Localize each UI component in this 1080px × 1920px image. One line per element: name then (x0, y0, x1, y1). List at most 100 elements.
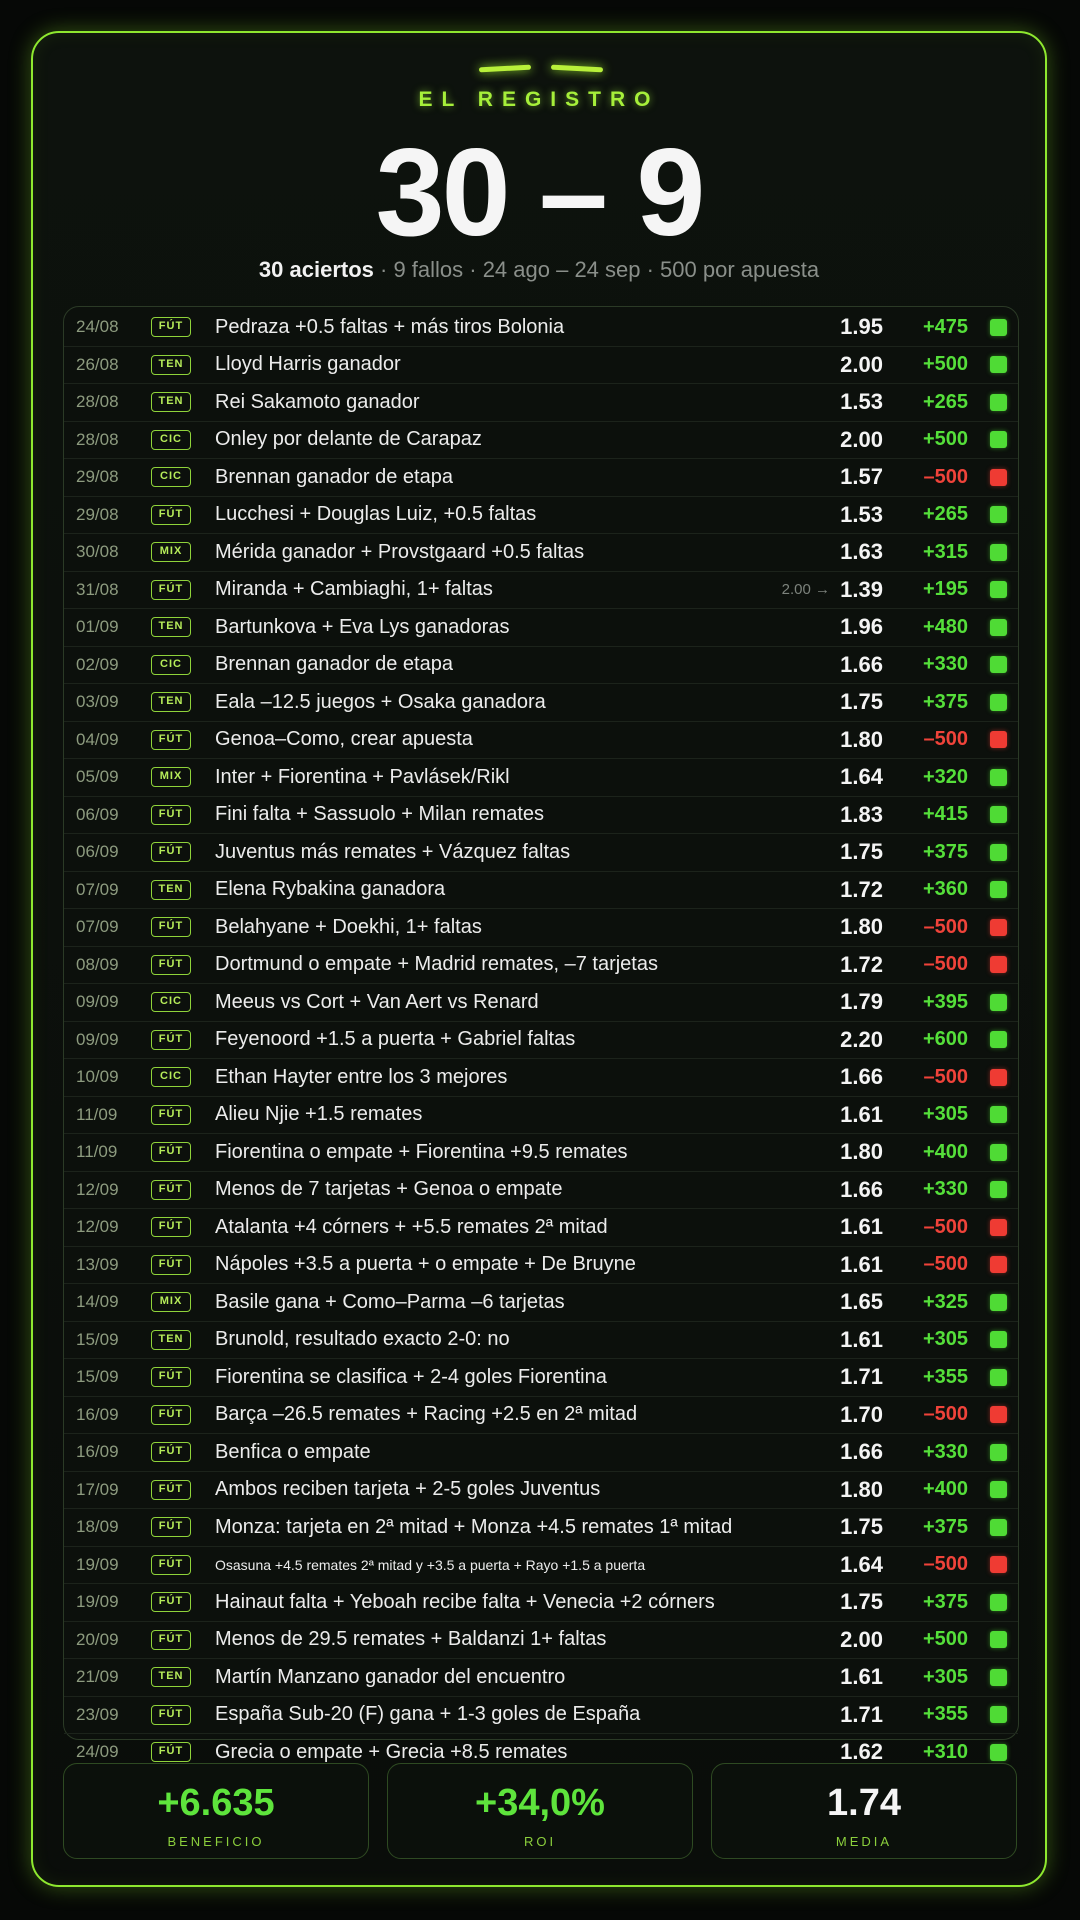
bet-profit: +305 (922, 1665, 968, 1688)
win-indicator-icon (990, 318, 1007, 336)
bet-odds: 1.80 (840, 1476, 883, 1502)
bet-row: 12/09 FÚT Menos de 7 tarjetas + Genoa o em… (64, 1172, 1018, 1209)
bet-description: Brennan ganador de etapa (215, 465, 453, 488)
sport-tag: TEN (151, 1329, 191, 1350)
sport-tag: FÚT (151, 1517, 191, 1538)
bet-profit: +360 (922, 878, 968, 901)
win-indicator-icon (990, 1293, 1007, 1311)
bet-row: 11/09 FÚT Alieu Njie +1.5 remates 1.61 +305 (64, 1097, 1018, 1134)
stat-profit: +6.635 BENEFICIO (63, 1763, 369, 1859)
bet-description: Pedraza +0.5 faltas + más tiros Bolonia (215, 315, 565, 338)
summary-details: · 9 fallos · 24 ago – 24 sep · 500 por a… (373, 257, 820, 282)
bet-row: 09/09 FÚT Feyenoord +1.5 a puerta + Gabrie… (64, 1022, 1018, 1059)
bet-description: Inter + Fiorentina + Pavlásek/Rikl (215, 765, 510, 788)
sport-tag: FÚT (151, 1104, 191, 1125)
win-indicator-icon (990, 393, 1007, 411)
bet-date: 03/09 (76, 692, 119, 712)
loss-indicator-icon (990, 1556, 1007, 1574)
bet-odds: 1.75 (840, 1589, 883, 1615)
bet-description: Elena Rybakina ganadora (215, 878, 446, 901)
bet-profit: +305 (922, 1328, 968, 1351)
sport-tag: FÚT (151, 954, 191, 975)
bet-date: 21/09 (76, 1667, 119, 1687)
sport-tag: FÚT (151, 917, 191, 938)
bet-profit: +500 (922, 353, 968, 376)
sport-tag: FÚT (151, 317, 191, 338)
win-indicator-icon (990, 506, 1007, 524)
bet-date: 17/09 (76, 1479, 119, 1499)
bet-row: 15/09 FÚT Fiorentina se clasifica + 2-4 go… (64, 1359, 1018, 1397)
win-indicator-icon (990, 1706, 1007, 1724)
win-indicator-icon (990, 1143, 1007, 1161)
loss-indicator-icon (990, 468, 1007, 486)
bet-profit: +395 (922, 990, 968, 1013)
bet-row: 31/08 FÚT Miranda + Cambiaghi, 1+ faltas 2.… (64, 572, 1018, 609)
bet-row: 24/08 FÚT Pedraza +0.5 faltas + más tiros … (64, 309, 1018, 347)
sport-tag: TEN (151, 354, 191, 375)
bet-profit: +400 (922, 1478, 968, 1501)
bet-row: 26/08 TEN Lloyd Harris ganador 2.00 +500 (64, 347, 1018, 384)
bet-profit: +330 (922, 1178, 968, 1201)
bet-row: 14/09 MIX Basile gana + Como–Parma –6 tarj… (64, 1284, 1018, 1322)
loss-indicator-icon (990, 1256, 1007, 1274)
stat-profit-value: +6.635 (157, 1782, 275, 1824)
bet-row: 07/09 FÚT Belahyane + Doekhi, 1+ faltas 1.8… (64, 909, 1018, 947)
bet-profit: +375 (922, 840, 968, 863)
bet-date: 01/09 (76, 617, 119, 637)
win-indicator-icon (990, 1631, 1007, 1649)
bet-date: 28/08 (76, 429, 119, 449)
bet-row: 20/09 FÚT Menos de 29.5 remates + Baldanzi… (64, 1622, 1018, 1659)
sport-tag: FÚT (151, 1404, 191, 1425)
bet-profit: +265 (922, 390, 968, 413)
bet-date: 10/09 (76, 1067, 119, 1087)
sport-tag: FÚT (151, 1254, 191, 1275)
summary-line: 30 aciertos · 9 fallos · 24 ago – 24 sep… (33, 257, 1045, 283)
bet-profit: +400 (922, 1140, 968, 1163)
win-indicator-icon (990, 1106, 1007, 1124)
bet-odds: 1.96 (840, 614, 883, 640)
bet-row: 05/09 MIX Inter + Fiorentina + Pavlásek/Ri… (64, 759, 1018, 797)
loss-indicator-icon (990, 918, 1007, 936)
bet-row: 01/09 TEN Bartunkova + Eva Lys ganadoras 1.… (64, 609, 1018, 647)
sport-tag: FÚT (151, 1592, 191, 1613)
bet-odds: 1.70 (840, 1401, 883, 1427)
sport-tag: MIX (151, 767, 191, 788)
bet-row: 17/09 FÚT Ambos reciben tarjeta + 2-5 gole… (64, 1472, 1018, 1509)
bet-profit: +355 (922, 1365, 968, 1388)
bet-profit: +265 (922, 503, 968, 526)
bet-odds: 1.63 (840, 539, 883, 565)
bet-date: 14/09 (76, 1292, 119, 1312)
bet-row: 09/09 CIC Meeus vs Cort + Van Aert vs Rena… (64, 984, 1018, 1022)
bet-odds: 1.80 (840, 914, 883, 940)
bet-profit: +600 (922, 1028, 968, 1051)
bet-profit: –500 (923, 465, 969, 488)
bet-profit: +330 (922, 1440, 968, 1463)
win-indicator-icon (990, 543, 1007, 561)
bet-odds: 1.80 (840, 1139, 883, 1165)
bet-odds: 1.66 (840, 1064, 883, 1090)
bet-date: 16/09 (76, 1404, 119, 1424)
loss-indicator-icon (990, 1068, 1007, 1086)
bet-description: Osasuna +4.5 remates 2ª mitad y +3.5 a p… (215, 1556, 646, 1573)
bet-odds: 1.53 (840, 389, 883, 415)
bet-odds: 1.75 (840, 839, 883, 865)
bet-row: 29/08 CIC Brennan ganador de etapa 1.57 –500 (64, 459, 1018, 497)
win-indicator-icon (990, 1668, 1007, 1686)
bet-odds: 1.61 (840, 1251, 883, 1277)
bet-profit: +315 (922, 540, 968, 563)
stat-average-label: MEDIA (835, 1834, 893, 1849)
bet-row: 30/08 MIX Mérida ganador + Provstgaard +0.… (64, 534, 1018, 572)
win-indicator-icon (990, 843, 1007, 861)
bet-profit: +500 (922, 428, 968, 451)
bet-date: 23/09 (76, 1704, 119, 1724)
sport-tag: FÚT (151, 1442, 191, 1463)
bet-row: 15/09 TEN Brunold, resultado exacto 2-0: n… (64, 1322, 1018, 1359)
sport-tag: FÚT (151, 804, 191, 825)
bet-odds: 1.61 (840, 1214, 883, 1240)
bet-row: 13/09 FÚT Nápoles +3.5 a puerta + o empate… (64, 1247, 1018, 1284)
win-indicator-icon (990, 1443, 1007, 1461)
bet-row: 19/09 FÚT Hainaut falta + Yeboah recibe fa… (64, 1584, 1018, 1622)
bet-description: Miranda + Cambiaghi, 1+ faltas (215, 578, 493, 601)
bets-table: 24/08 FÚT Pedraza +0.5 faltas + más tiros … (63, 306, 1019, 1764)
bet-description: Barça –26.5 remates + Racing +2.5 en 2ª … (215, 1403, 638, 1426)
